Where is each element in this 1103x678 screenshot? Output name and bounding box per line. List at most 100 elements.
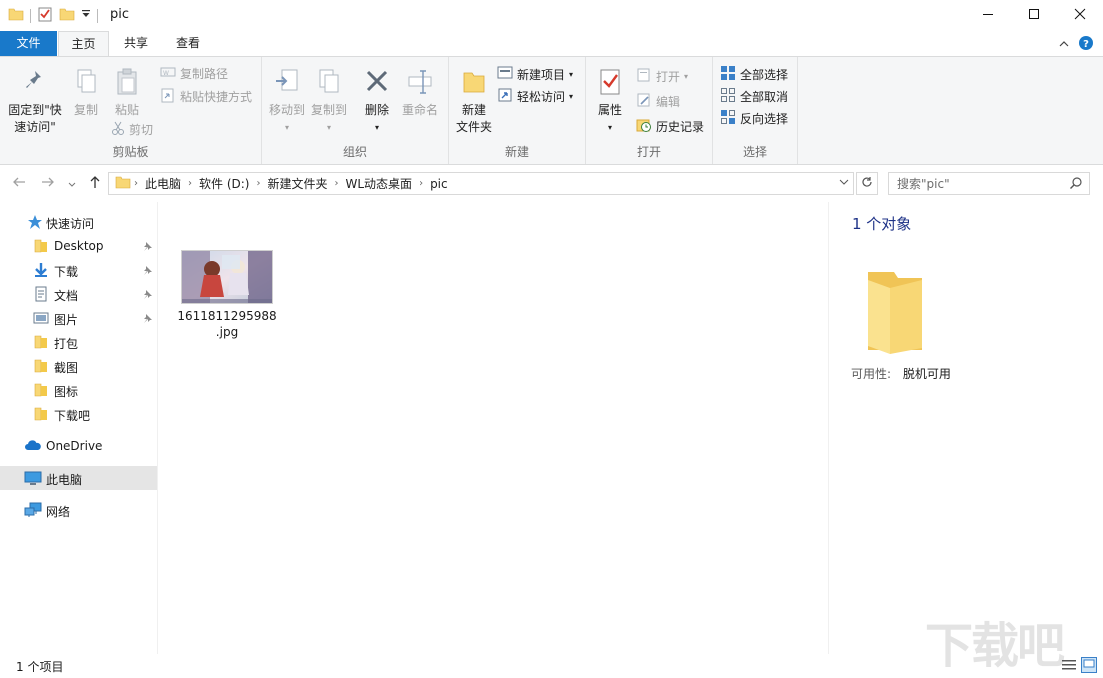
- availability-value: 脱机可用: [902, 367, 951, 381]
- help-icon[interactable]: ?: [1079, 36, 1093, 53]
- new-folder-icon: [453, 67, 495, 102]
- cut-button[interactable]: 剪切: [111, 121, 153, 138]
- paste-shortcut-button[interactable]: 粘贴快捷方式: [160, 87, 252, 106]
- invert-selection-icon: [720, 109, 736, 128]
- copy-icon: [68, 67, 104, 102]
- pin-icon[interactable]: [143, 264, 153, 278]
- open-group-label: 打开: [636, 145, 661, 159]
- dropdown-arrow-icon: ▾: [374, 123, 379, 132]
- properties-icon[interactable]: [37, 6, 53, 25]
- rename-button[interactable]: 重命名: [398, 67, 442, 119]
- rename-icon: [398, 67, 442, 102]
- nav-item-xiazaiba[interactable]: 下载吧: [0, 402, 157, 426]
- dropdown-arrow-icon: ▾: [569, 70, 574, 79]
- clipboard-group-label: 剪贴板: [112, 145, 149, 159]
- minimize-button[interactable]: [965, 0, 1011, 31]
- breadcrumb-wl-desktop[interactable]: WL动态桌面: [342, 175, 417, 192]
- breadcrumb-this-pc[interactable]: 此电脑: [141, 175, 185, 192]
- address-bar[interactable]: › 此电脑 › 软件 (D:) › 新建文件夹 › WL动态桌面 › pic: [108, 172, 854, 195]
- easy-access-icon: [497, 87, 513, 106]
- details-pane: 1 个对象 可用性: 脱机可用: [828, 202, 1103, 654]
- delete-button[interactable]: 删除 ▾: [360, 67, 394, 136]
- paste-button[interactable]: 粘贴: [108, 67, 146, 119]
- copy-to-button[interactable]: 复制到 ▾: [308, 67, 350, 136]
- large-icons-view-icon[interactable]: [1081, 657, 1097, 676]
- nav-onedrive[interactable]: OneDrive: [0, 434, 157, 458]
- chevron-down-icon: [68, 177, 76, 193]
- copy-path-icon: W: [160, 65, 176, 82]
- dropdown-arrow-icon: ▾: [684, 72, 689, 81]
- pin-icon[interactable]: [143, 240, 153, 254]
- organize-group-label: 组织: [342, 145, 367, 159]
- navigation-pane: 快速访问 Desktop 下载 文档 图片 打包 截图 图标 下载吧 OneDr…: [0, 202, 158, 654]
- new-group-label: 新建: [504, 145, 529, 159]
- recent-locations-button[interactable]: [68, 177, 76, 193]
- breadcrumb-drive-d[interactable]: 软件 (D:): [195, 175, 253, 192]
- edit-button[interactable]: 编辑: [636, 92, 680, 111]
- breadcrumb-new-folder[interactable]: 新建文件夹: [263, 175, 331, 192]
- nav-item-documents[interactable]: 文档: [0, 282, 157, 306]
- properties-button[interactable]: 属性 ▾: [592, 67, 628, 136]
- new-item-button[interactable]: 新建项目 ▾: [497, 65, 573, 84]
- search-box[interactable]: [888, 172, 1090, 195]
- chevron-right-icon[interactable]: ›: [416, 178, 426, 189]
- nav-item-downloads[interactable]: 下载: [0, 258, 157, 282]
- select-all-button[interactable]: 全部选择: [720, 65, 788, 84]
- organize-group: 移动到 ▾ 复制到 ▾ 删除 ▾ 重命名 组织: [262, 57, 449, 164]
- chevron-right-icon[interactable]: ›: [185, 178, 195, 189]
- easy-access-button[interactable]: 轻松访问 ▾: [497, 87, 573, 106]
- maximize-button[interactable]: [1011, 0, 1057, 31]
- pin-to-quick-access-button[interactable]: 固定到"快 速访问": [4, 67, 66, 136]
- chevron-right-icon[interactable]: ›: [253, 178, 263, 189]
- copy-path-button[interactable]: W 复制路径: [160, 65, 228, 82]
- breadcrumb-pic[interactable]: pic: [426, 177, 452, 191]
- file-name: 1611811295988 .jpg: [177, 309, 277, 339]
- svg-text:?: ?: [1083, 39, 1089, 50]
- search-input[interactable]: [889, 173, 1059, 194]
- chevron-right-icon[interactable]: ›: [332, 178, 342, 189]
- new-folder-icon[interactable]: [59, 6, 75, 25]
- tab-share[interactable]: 共享: [113, 31, 159, 56]
- nav-this-pc[interactable]: 此电脑: [0, 466, 157, 490]
- select-none-button[interactable]: 全部取消: [720, 87, 788, 106]
- nav-item-pictures[interactable]: 图片: [0, 306, 157, 330]
- new-folder-button[interactable]: 新建 文件夹: [453, 67, 495, 136]
- tab-home[interactable]: 主页: [58, 31, 109, 57]
- edit-icon: [636, 92, 652, 111]
- nav-item-screenshots[interactable]: 截图: [0, 354, 157, 378]
- nav-network[interactable]: 网络: [0, 498, 157, 522]
- nav-quick-access[interactable]: 快速访问: [0, 210, 157, 234]
- tab-view[interactable]: 查看: [164, 31, 212, 56]
- back-button[interactable]: [12, 175, 26, 193]
- divider: [30, 8, 31, 23]
- nav-item-icons[interactable]: 图标: [0, 378, 157, 402]
- customize-dropdown-icon[interactable]: [81, 8, 91, 23]
- up-button[interactable]: [88, 175, 102, 193]
- folder-icon: [33, 382, 49, 398]
- history-button[interactable]: 历史记录: [636, 117, 704, 136]
- back-arrow-icon: [12, 177, 26, 193]
- pin-icon[interactable]: [143, 288, 153, 302]
- tab-file[interactable]: 文件: [0, 31, 57, 56]
- select-all-icon: [720, 65, 736, 84]
- address-dropdown-icon[interactable]: [839, 177, 849, 190]
- refresh-button[interactable]: [856, 172, 878, 195]
- refresh-icon: [861, 176, 873, 191]
- nav-item-desktop[interactable]: Desktop: [0, 234, 157, 258]
- open-button[interactable]: 打开 ▾: [636, 67, 688, 86]
- item-count: 1 个项目: [16, 660, 64, 674]
- details-view-icon[interactable]: [1061, 657, 1077, 676]
- move-to-button[interactable]: 移动到 ▾: [266, 67, 308, 136]
- file-item[interactable]: 1611811295988 .jpg: [177, 248, 277, 340]
- image-thumbnail: [181, 250, 273, 304]
- copy-button[interactable]: 复制: [68, 67, 104, 119]
- nav-item-package[interactable]: 打包: [0, 330, 157, 354]
- forward-button[interactable]: [41, 175, 55, 193]
- pin-icon[interactable]: [143, 312, 153, 326]
- title-bar: pic: [0, 0, 1103, 31]
- folder-icon: [33, 238, 49, 254]
- close-button[interactable]: [1057, 0, 1103, 31]
- collapse-ribbon-icon[interactable]: [1059, 38, 1069, 52]
- search-icon[interactable]: [1069, 176, 1083, 193]
- invert-selection-button[interactable]: 反向选择: [720, 109, 788, 128]
